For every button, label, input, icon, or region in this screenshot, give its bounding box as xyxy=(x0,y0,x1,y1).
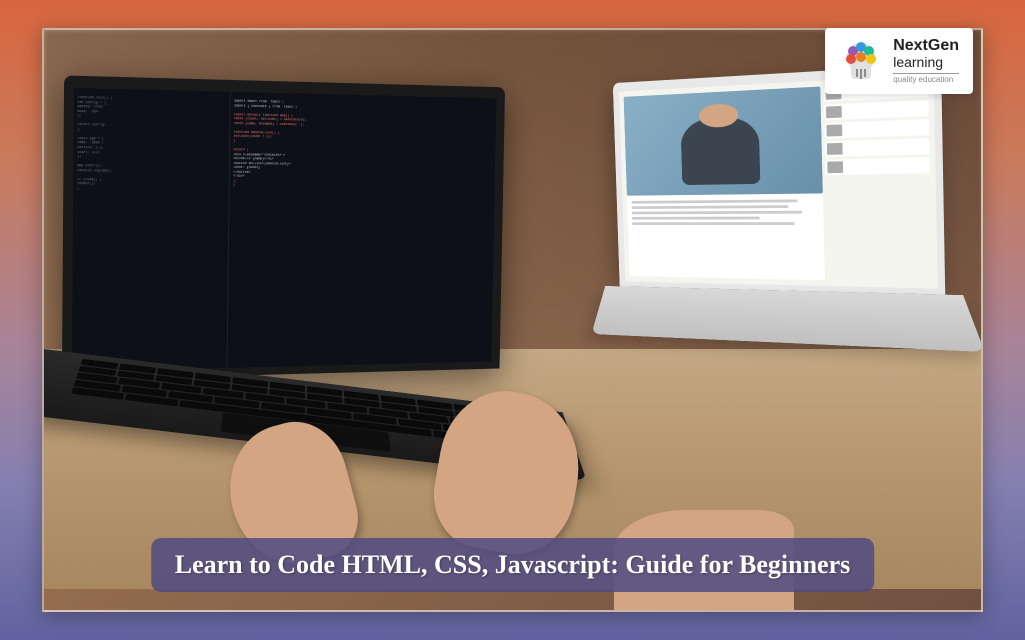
course-title: Learn to Code HTML, CSS, Javascript: Gui… xyxy=(175,550,851,579)
brain-logo-icon xyxy=(839,39,883,83)
background-laptop xyxy=(613,64,947,383)
course-title-banner: Learn to Code HTML, CSS, Javascript: Gui… xyxy=(151,538,875,592)
logo-tagline: quality education xyxy=(893,76,959,84)
logo-brand-name: NextGen xyxy=(893,38,959,54)
gradient-frame: function init() { var config = { apiKey:… xyxy=(0,0,1025,640)
brand-logo-badge: NextGen learning quality education xyxy=(825,28,973,94)
main-photo: function init() { var config = { apiKey:… xyxy=(42,28,983,612)
logo-brand-subtitle: learning xyxy=(893,54,959,74)
